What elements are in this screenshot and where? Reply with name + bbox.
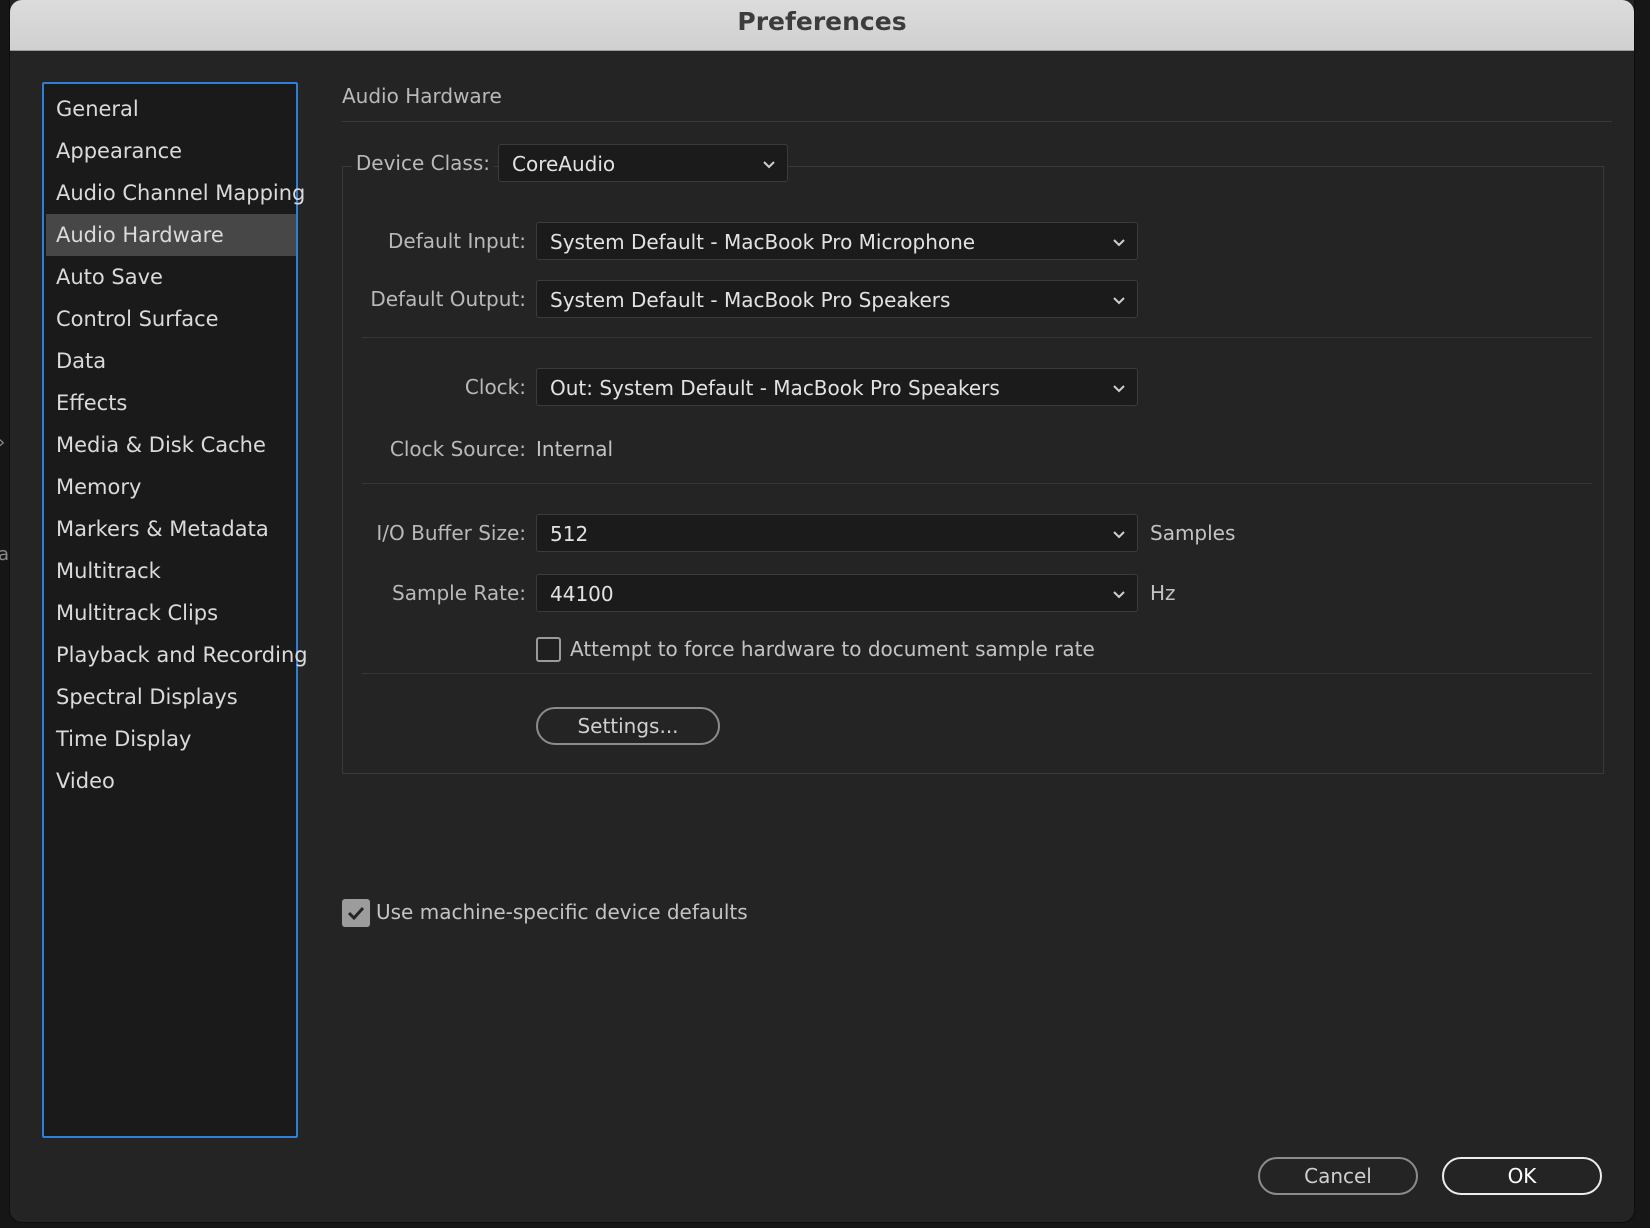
sidebar-item-data[interactable]: Data (46, 340, 296, 382)
dialog-title: Preferences (737, 7, 907, 36)
cancel-button[interactable]: Cancel (1258, 1157, 1418, 1195)
device-class-label: Device Class: (352, 151, 494, 175)
buffer-size-unit: Samples (1150, 521, 1236, 545)
buffer-size-label: I/O Buffer Size: (376, 521, 526, 545)
ok-button[interactable]: OK (1442, 1157, 1602, 1195)
sidebar-item-media-disk-cache[interactable]: Media & Disk Cache (46, 424, 296, 466)
chevron-down-icon (1113, 297, 1125, 305)
buffer-size-dropdown[interactable]: 512 (536, 514, 1138, 552)
sidebar-item-appearance[interactable]: Appearance (46, 130, 296, 172)
device-class-dropdown[interactable]: CoreAudio (498, 144, 788, 182)
sidebar-item-general[interactable]: General (46, 88, 296, 130)
sidebar-item-auto-save[interactable]: Auto Save (46, 256, 296, 298)
sidebar-item-audio-hardware[interactable]: Audio Hardware (46, 214, 296, 256)
sidebar-item-spectral-displays[interactable]: Spectral Displays (46, 676, 296, 718)
section-divider (342, 121, 1612, 122)
divider (362, 337, 1592, 338)
preferences-category-list[interactable]: General Appearance Audio Channel Mapping… (42, 82, 308, 1138)
sample-rate-dropdown[interactable]: 44100 (536, 574, 1138, 612)
section-title: Audio Hardware (342, 84, 502, 108)
sample-rate-unit: Hz (1150, 581, 1176, 605)
preferences-dialog: Preferences General Appearance Audio Cha… (10, 0, 1634, 1222)
clock-label: Clock: (464, 375, 526, 399)
default-input-value: System Default - MacBook Pro Microphone (550, 230, 976, 254)
settings-button[interactable]: Settings... (536, 707, 720, 745)
default-output-value: System Default - MacBook Pro Speakers (550, 288, 951, 312)
clock-value: Out: System Default - MacBook Pro Speake… (550, 376, 1000, 400)
sidebar-item-memory[interactable]: Memory (46, 466, 296, 508)
clock-dropdown[interactable]: Out: System Default - MacBook Pro Speake… (536, 368, 1138, 406)
sidebar-item-multitrack-clips[interactable]: Multitrack Clips (46, 592, 296, 634)
chevron-down-icon (763, 161, 775, 169)
divider (362, 673, 1592, 674)
sidebar-item-time-display[interactable]: Time Display (46, 718, 296, 760)
sidebar-item-control-surface[interactable]: Control Surface (46, 298, 296, 340)
sidebar-item-effects[interactable]: Effects (46, 382, 296, 424)
chevron-down-icon (1113, 239, 1125, 247)
chevron-down-icon (1113, 385, 1125, 393)
title-bar[interactable]: Preferences (10, 0, 1634, 51)
default-input-dropdown[interactable]: System Default - MacBook Pro Microphone (536, 222, 1138, 260)
force-sample-rate-label[interactable]: Attempt to force hardware to document sa… (570, 637, 1095, 661)
sidebar-item-video[interactable]: Video (46, 760, 296, 802)
chevron-down-icon (1113, 531, 1125, 539)
sidebar-item-playback-recording[interactable]: Playback and Recording (46, 634, 308, 676)
default-output-dropdown[interactable]: System Default - MacBook Pro Speakers (536, 280, 1138, 318)
sample-rate-value: 44100 (550, 582, 614, 606)
buffer-size-value: 512 (550, 522, 589, 546)
sidebar-item-audio-channel-mapping[interactable]: Audio Channel Mapping (46, 172, 305, 214)
device-class-value: CoreAudio (512, 152, 616, 176)
checkmark-icon (347, 906, 365, 921)
sidebar-item-multitrack[interactable]: Multitrack (46, 550, 296, 592)
clock-source-value: Internal (536, 437, 614, 461)
divider (362, 483, 1592, 484)
background-chevron-icon: › (0, 432, 5, 453)
sidebar-item-markers-metadata[interactable]: Markers & Metadata (46, 508, 296, 550)
default-input-label: Default Input: (388, 229, 526, 253)
machine-defaults-label[interactable]: Use machine-specific device defaults (376, 900, 748, 924)
sample-rate-label: Sample Rate: (392, 581, 526, 605)
chevron-down-icon (1113, 591, 1125, 599)
clock-source-label: Clock Source: (389, 437, 526, 461)
force-sample-rate-checkbox[interactable] (536, 637, 561, 662)
default-output-label: Default Output: (370, 287, 526, 311)
background-partial-text: a (0, 544, 10, 565)
machine-defaults-checkbox[interactable] (342, 899, 370, 927)
